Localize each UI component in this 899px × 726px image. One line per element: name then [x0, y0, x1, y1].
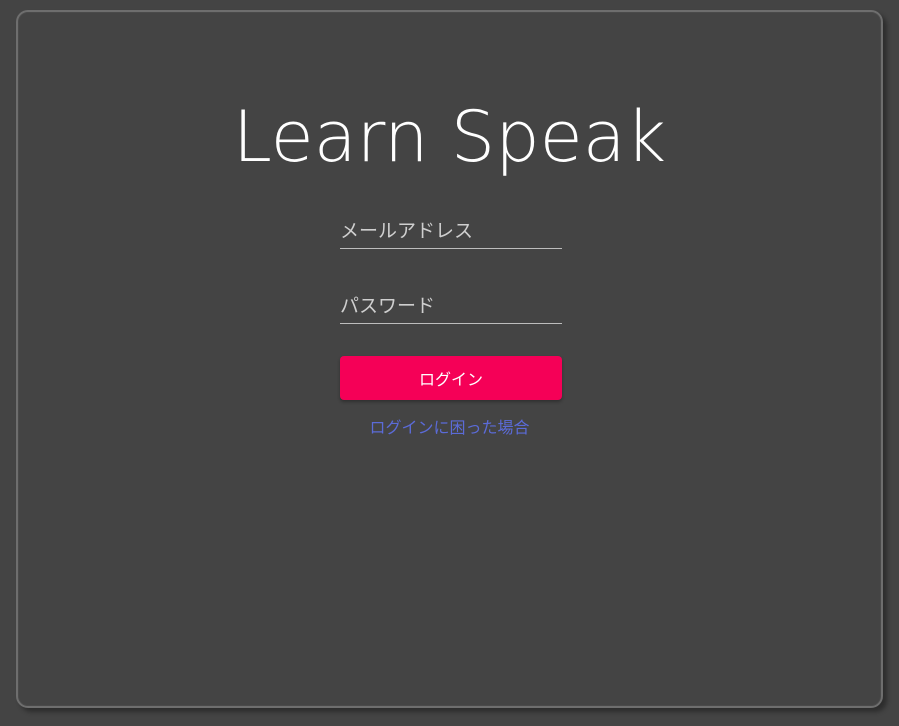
login-panel: Learn Speak ログイン ログインに困った場合 — [16, 10, 883, 708]
password-field[interactable] — [340, 289, 562, 324]
email-input[interactable] — [340, 214, 562, 248]
email-field[interactable] — [340, 214, 562, 249]
login-button[interactable]: ログイン — [340, 356, 562, 400]
login-page: Learn Speak ログイン ログインに困った場合 — [0, 0, 899, 726]
login-help-link[interactable]: ログインに困った場合 — [18, 414, 881, 438]
password-input[interactable] — [340, 289, 562, 323]
app-title: Learn Speak — [232, 96, 667, 178]
